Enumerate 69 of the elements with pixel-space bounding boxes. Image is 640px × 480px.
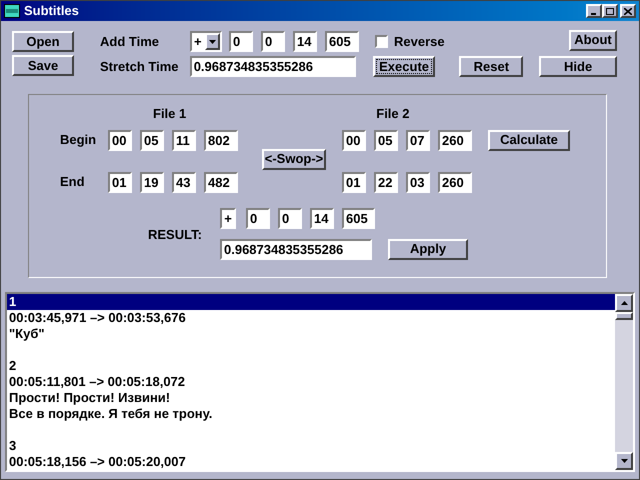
down-arrow-icon — [620, 459, 628, 463]
apply-button[interactable]: Apply — [388, 238, 468, 260]
time-field[interactable]: 0 — [278, 208, 302, 228]
maximize-icon — [606, 8, 614, 14]
close-icon — [624, 8, 632, 14]
scroll-up-button[interactable] — [615, 294, 633, 312]
minimize-button[interactable] — [586, 4, 602, 18]
up-arrow-icon — [620, 301, 628, 305]
time-field[interactable]: 00 — [342, 130, 366, 150]
time-field[interactable]: 260 — [438, 172, 472, 192]
time-field[interactable]: 0 — [246, 208, 270, 228]
sign-dropdown[interactable]: + — [190, 31, 222, 52]
subtitle-list[interactable]: 1 00:03:45,971 –> 00:03:53,676 "Куб" 2 00:05:11,801 –> 00:05:18,072 Прости! Прости! Извини! Все в порядке. Я тебя не трону. 3 00:05:18,156 –> 00:05:20,007 — [5, 292, 635, 472]
time-field[interactable]: 605 — [325, 31, 359, 52]
time-field[interactable]: 05 — [140, 130, 164, 150]
file-button[interactable]: Save — [12, 55, 74, 76]
time-field[interactable]: 11 — [172, 130, 196, 150]
time-field[interactable]: 01 — [342, 172, 366, 192]
maximize-button[interactable] — [602, 4, 618, 18]
time-field[interactable]: 00 — [108, 130, 132, 150]
swop-button[interactable]: <-Swop-> — [262, 148, 326, 170]
subtitle-text: Прости! Прости! Извини! — [8, 390, 172, 406]
reverse-label: Reverse — [394, 32, 445, 51]
app-icon — [4, 4, 20, 18]
reset-button[interactable]: Reset — [459, 56, 524, 77]
subtitle-timing: 00:05:18,156 –> 00:05:20,007 — [8, 454, 187, 470]
result-stretch-field[interactable]: 0.968734835355286 — [220, 238, 372, 260]
execute-button[interactable]: Execute — [372, 56, 436, 77]
time-field[interactable]: 03 — [406, 172, 430, 192]
row-label: Begin — [60, 131, 98, 150]
subtitle-timing: 00:03:45,971 –> 00:03:53,676 — [8, 310, 187, 326]
file1-heading: File 1 — [153, 105, 186, 123]
time-field[interactable]: 05 — [374, 130, 398, 150]
time-field[interactable]: 14 — [310, 208, 334, 228]
time-field[interactable]: 43 — [172, 172, 196, 192]
file-button[interactable]: Open — [12, 31, 74, 52]
time-field[interactable]: 07 — [406, 130, 430, 150]
about-button[interactable]: About — [569, 30, 617, 50]
time-field[interactable]: 22 — [374, 172, 398, 192]
calculate-button[interactable]: Calculate — [488, 130, 570, 150]
subtitle-text: "Куб" — [8, 326, 46, 342]
scroll-thumb[interactable] — [615, 312, 633, 320]
scroll-down-button[interactable] — [615, 452, 633, 470]
result-label: RESULT: — [148, 226, 203, 244]
time-field[interactable]: 260 — [438, 130, 472, 150]
hide-button[interactable]: Hide — [539, 56, 617, 77]
time-field[interactable]: 605 — [342, 208, 375, 228]
row-label: End — [60, 173, 86, 192]
subtitle-text: Все в порядке. Я тебя не трону. — [8, 406, 214, 422]
result-sign-field[interactable]: + — [220, 208, 236, 228]
time-field[interactable]: 0 — [261, 31, 285, 52]
time-field[interactable]: 19 — [140, 172, 164, 192]
subtitle-index[interactable]: 3 — [7, 438, 615, 454]
time-field[interactable]: 0 — [229, 31, 253, 52]
subtitle-index[interactable]: 2 — [7, 358, 615, 374]
reverse-checkbox[interactable] — [375, 35, 388, 48]
add-time-label: Add Time — [100, 32, 160, 51]
time-field[interactable]: 482 — [204, 172, 238, 192]
window-title: Subtitles — [24, 2, 79, 20]
file2-heading: File 2 — [376, 105, 410, 123]
time-field[interactable]: 802 — [204, 130, 238, 150]
close-button[interactable] — [620, 4, 636, 18]
stretch-time-label: Stretch Time — [100, 58, 180, 76]
subtitle-index[interactable]: 1 — [7, 294, 615, 310]
subtitle-timing: 00:05:11,801 –> 00:05:18,072 — [8, 374, 186, 390]
stretch-time-field[interactable]: 0.968734835355286 — [190, 56, 356, 77]
time-field[interactable]: 14 — [293, 31, 317, 52]
time-field[interactable]: 01 — [108, 172, 132, 192]
scrollbar[interactable] — [615, 294, 633, 470]
